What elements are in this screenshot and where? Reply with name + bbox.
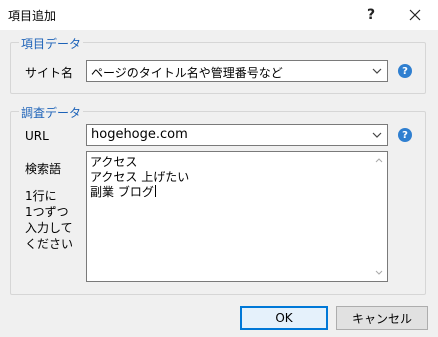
keyword-line: 副業 ブログ bbox=[90, 185, 154, 199]
keyword-hint-line: 1行に bbox=[25, 189, 57, 203]
keyword-hint-line: 入力して bbox=[25, 221, 73, 235]
chevron-down-icon[interactable] bbox=[369, 61, 385, 81]
keyword-line-with-caret: 副業 ブログ bbox=[90, 185, 189, 200]
research-data-legend: 調査データ bbox=[19, 104, 84, 121]
title-bar: 項目追加 ? bbox=[0, 0, 438, 30]
keyword-hint: 1行に 1つずつ 入力して ください bbox=[25, 188, 73, 252]
text-caret bbox=[154, 185, 156, 197]
close-icon bbox=[409, 9, 421, 21]
site-name-help-icon[interactable]: ? bbox=[398, 64, 412, 78]
keyword-line: アクセス bbox=[90, 155, 138, 169]
keyword-hint-line: 1つずつ bbox=[25, 205, 69, 219]
keyword-line: アクセス 上げたい bbox=[90, 170, 190, 184]
scroll-up-icon[interactable] bbox=[370, 152, 387, 169]
dialog-title: 項目追加 bbox=[8, 9, 57, 23]
url-value: hogehoge.com bbox=[91, 127, 188, 142]
add-item-dialog: 項目追加 ? 項目データ サイト名 ページのタイトル名や管理番号など ? 調査デ… bbox=[0, 0, 438, 337]
keyword-scrollbar[interactable] bbox=[370, 152, 387, 281]
cancel-button[interactable]: キャンセル bbox=[336, 306, 428, 330]
site-name-label: サイト名 bbox=[25, 66, 74, 80]
ok-button[interactable]: OK bbox=[240, 306, 328, 330]
keyword-lines: アクセス アクセス 上げたい 副業 ブログ bbox=[90, 155, 189, 200]
close-button[interactable] bbox=[398, 0, 432, 30]
url-label: URL bbox=[25, 129, 49, 143]
scroll-down-icon[interactable] bbox=[370, 264, 387, 281]
chevron-down-icon[interactable] bbox=[369, 125, 385, 145]
help-button[interactable]: ? bbox=[356, 0, 386, 30]
keyword-hint-line: ください bbox=[25, 237, 74, 251]
site-name-value: ページのタイトル名や管理番号など bbox=[91, 66, 283, 80]
item-data-legend: 項目データ bbox=[19, 35, 84, 52]
url-combobox[interactable]: hogehoge.com bbox=[86, 124, 388, 146]
keyword-textarea[interactable]: アクセス アクセス 上げたい 副業 ブログ bbox=[86, 151, 388, 282]
keyword-label: 検索語 bbox=[25, 162, 62, 176]
site-name-combobox[interactable]: ページのタイトル名や管理番号など bbox=[86, 60, 388, 82]
url-help-icon[interactable]: ? bbox=[398, 128, 412, 142]
